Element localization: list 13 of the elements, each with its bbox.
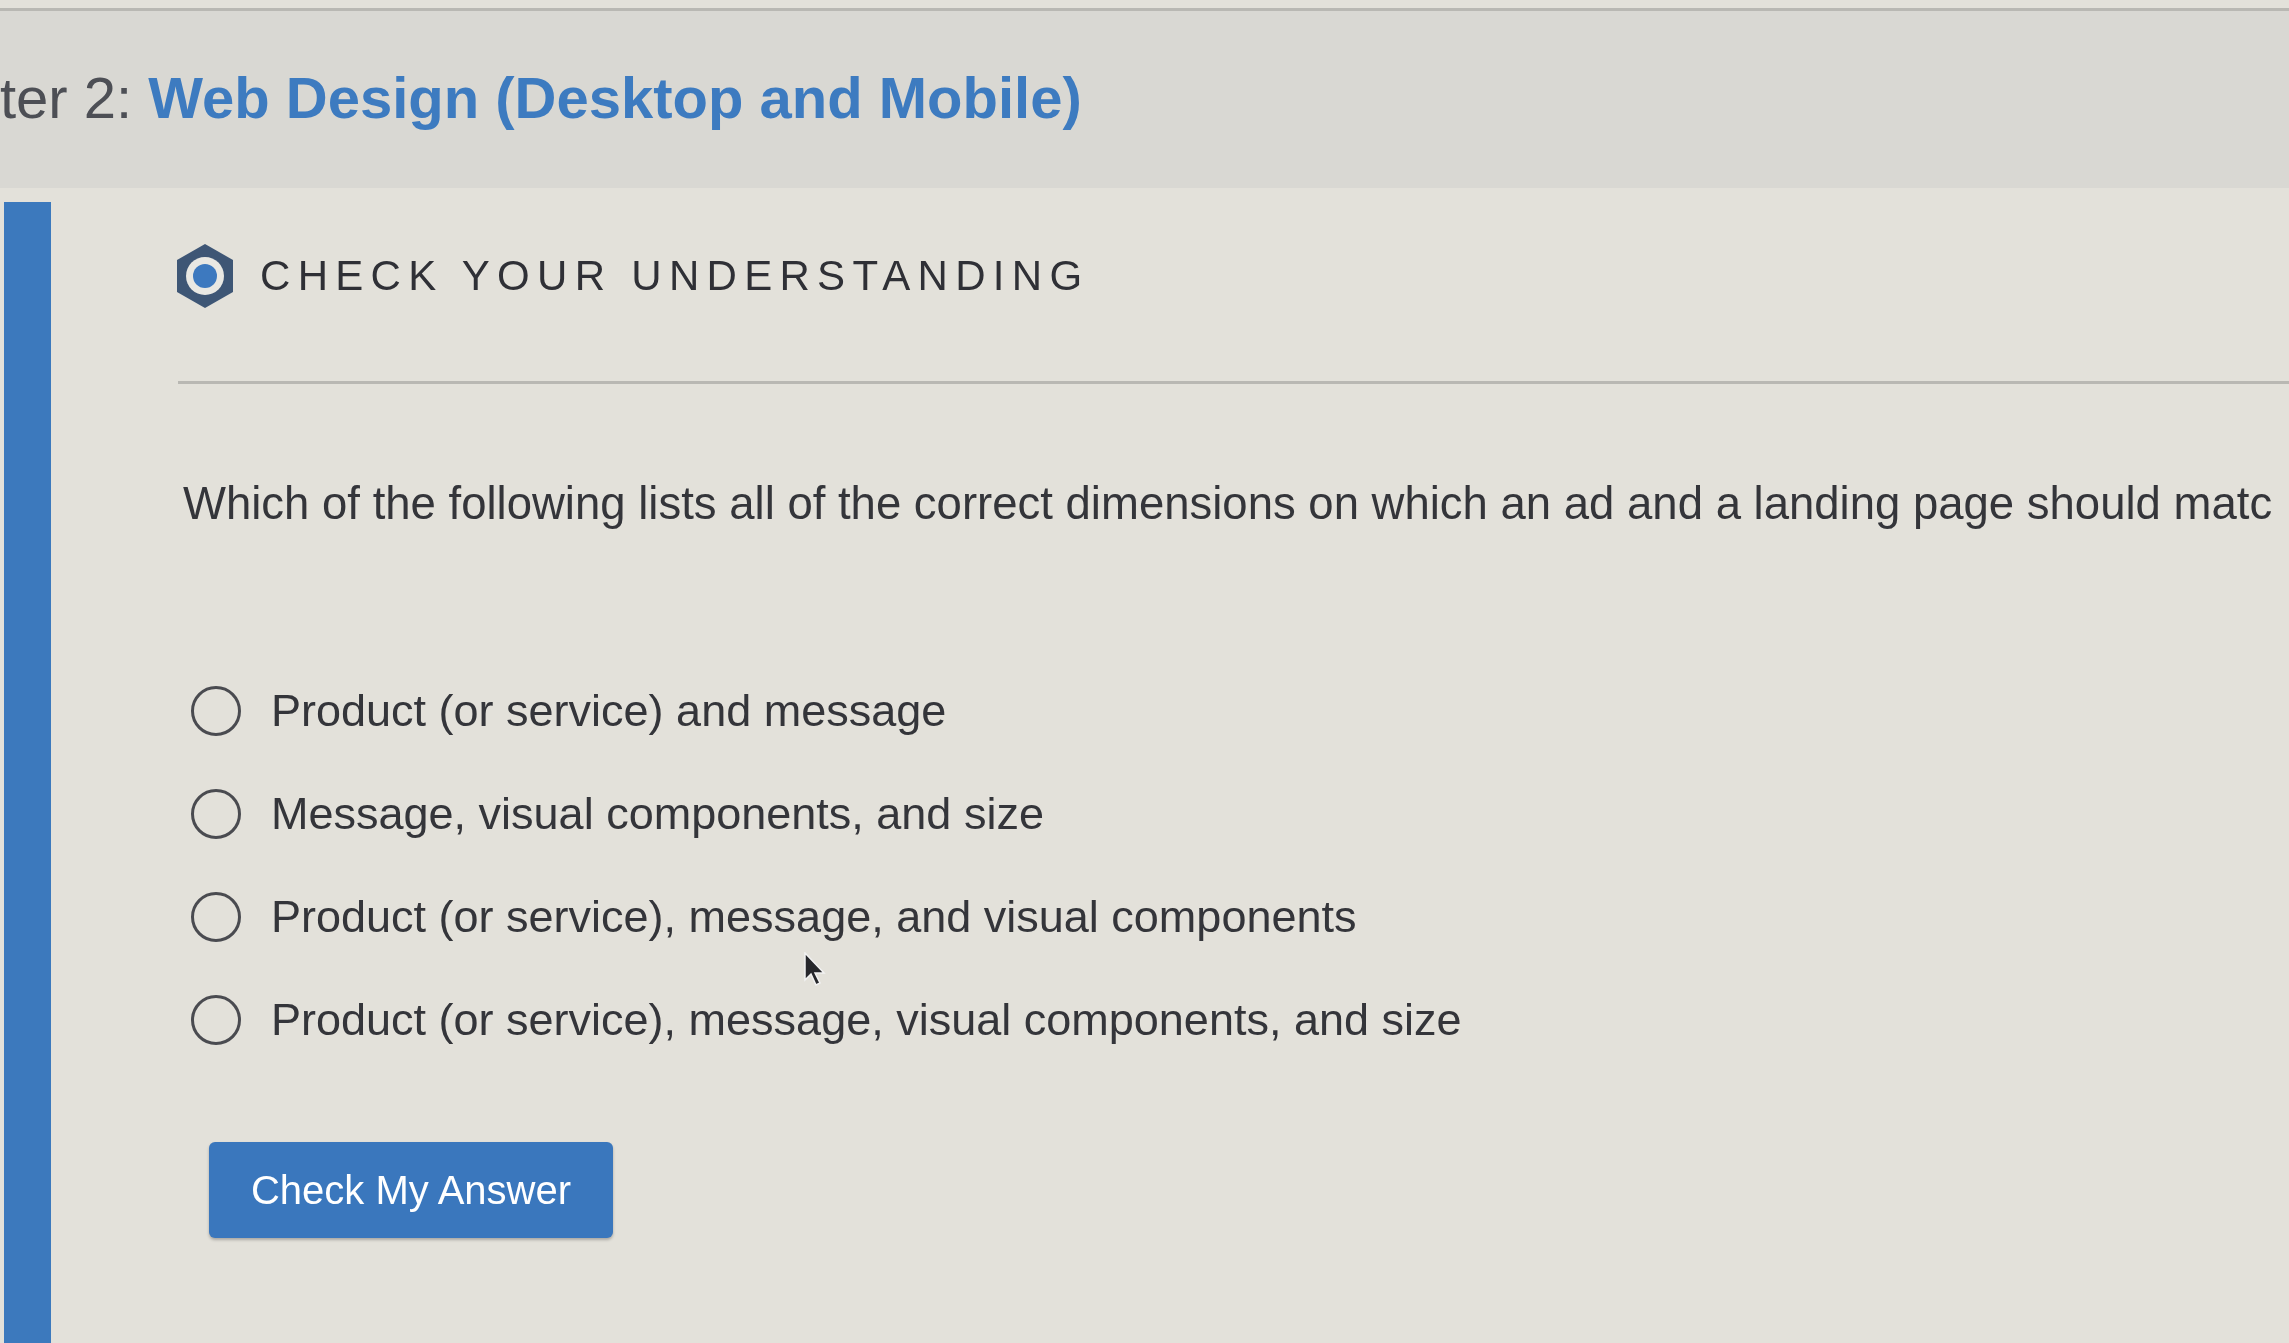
- option-label[interactable]: Product (or service), message, visual components, and size: [271, 993, 1462, 1047]
- mouse-cursor-icon: [803, 952, 827, 986]
- question-text: Which of the following lists all of the correct dimensions on which an ad and a landing page should matc: [183, 477, 2274, 531]
- option-label[interactable]: Product (or service) and message: [271, 684, 947, 738]
- section-heading: CHECK YOUR UNDERSTANDING: [260, 252, 1090, 300]
- radio-button[interactable]: [191, 686, 241, 736]
- option-label[interactable]: Product (or service), message, and visual components: [271, 890, 1357, 944]
- option-label[interactable]: Message, visual components, and size: [271, 787, 1044, 841]
- page-title: ter 2: Web Design (Desktop and Mobile): [0, 64, 1082, 132]
- check-answer-button[interactable]: Check My Answer: [209, 1142, 613, 1238]
- radio-button[interactable]: [191, 892, 241, 942]
- radio-button[interactable]: [191, 995, 241, 1045]
- radio-button[interactable]: [191, 789, 241, 839]
